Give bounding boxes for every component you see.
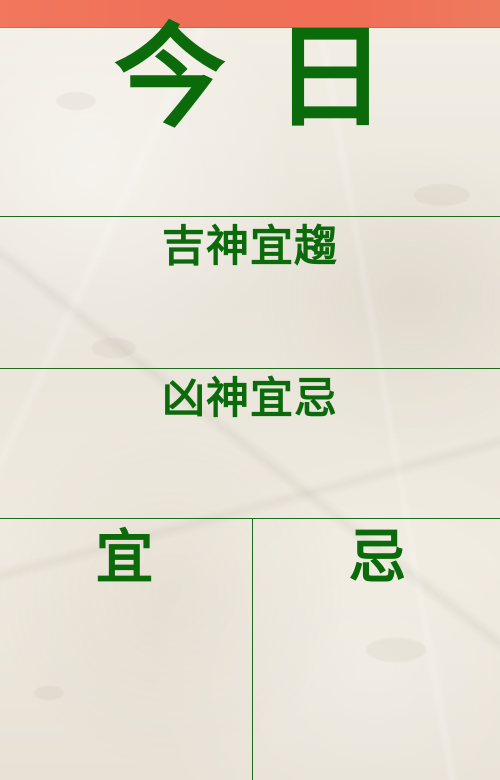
avoid-column-title: 忌 bbox=[348, 523, 407, 591]
auspicious-heading: 吉神宜趨 bbox=[162, 222, 338, 272]
inauspicious-heading: 凶神宜忌 bbox=[162, 374, 338, 424]
divider-top bbox=[0, 216, 500, 217]
divider-middle bbox=[0, 368, 500, 369]
paper-stain bbox=[366, 638, 426, 662]
page-title: 今日 bbox=[114, 13, 434, 143]
divider-bottom bbox=[0, 518, 500, 519]
paper-stain bbox=[34, 686, 64, 700]
paper-stain bbox=[92, 338, 136, 358]
suitable-column-title: 宜 bbox=[95, 523, 154, 591]
paper-stain bbox=[414, 184, 470, 206]
